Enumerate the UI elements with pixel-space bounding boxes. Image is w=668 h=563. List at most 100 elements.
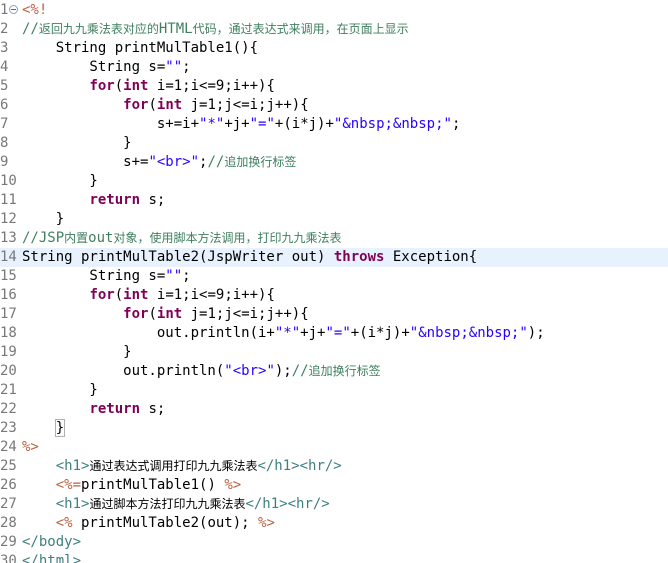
code-text: return s; — [22, 400, 165, 419]
code-text: <h1>通过表达式调用打印九九乘法表</h1><hr/> — [22, 457, 342, 476]
code-token: 返回九九乘法表对应的 — [38, 22, 159, 36]
code-line[interactable]: 14 String printMulTable2(JspWriter out) t… — [0, 248, 668, 267]
code-token: //JSP — [22, 230, 65, 246]
code-token: <h1> — [55, 458, 90, 474]
code-token: 追加换行标签 — [308, 364, 381, 378]
code-text: } — [22, 343, 131, 362]
code-text: for(int i=1;i<=9;i++){ — [22, 77, 274, 96]
code-token: out.println( — [22, 363, 225, 379]
code-line[interactable]: 2 //返回九九乘法表对应的HTML代码，通过表达式来调用，在页面上显示 — [0, 20, 668, 39]
line-number: 18 — [0, 325, 17, 341]
code-text: out.println("<br>");//追加换行标签 — [22, 362, 381, 381]
code-text: String s=""; — [22, 58, 190, 77]
code-token: "" — [165, 268, 183, 284]
code-line[interactable]: 18 out.println(i+"*"+j+"="+(i*j)+"&nbsp;… — [0, 324, 668, 343]
code-token: s+=i+ — [22, 116, 200, 132]
code-token: %> — [258, 515, 275, 531]
code-line[interactable]: 26 <%=printMulTable1() %> — [0, 476, 668, 495]
code-token: // — [207, 154, 225, 170]
code-token: String printMulTable1(){ — [22, 40, 259, 56]
code-token: </body> — [22, 534, 82, 550]
code-line[interactable]: 12 } — [0, 210, 668, 229]
code-line[interactable]: 17 for(int j=1;j<=i;j++){ — [0, 305, 668, 324]
code-text: for(int j=1;j<=i;j++){ — [22, 96, 308, 115]
code-line[interactable]: 15 String s=""; — [0, 267, 668, 286]
line-number: 3 — [0, 40, 9, 56]
code-line[interactable]: 9 s+="<br>";//追加换行标签 — [0, 153, 668, 172]
code-line[interactable]: 10 } — [0, 172, 668, 191]
line-number: 30 — [0, 553, 17, 563]
code-line[interactable]: 21 } — [0, 381, 668, 400]
code-token: int — [156, 306, 183, 322]
code-line[interactable]: 7 s+=i+"*"+j+"="+(i*j)+"&nbsp;&nbsp;"; — [0, 115, 668, 134]
code-token: +(i*j)+ — [350, 325, 410, 341]
code-token: %> — [22, 439, 39, 455]
code-token: 代码，通过表达式来调用，在页面上显示 — [192, 22, 409, 36]
code-token: s; — [140, 401, 166, 417]
code-text: //JSP内置out对象，使用脚本方法调用，打印九九乘法表 — [22, 229, 341, 248]
code-line[interactable]: 27 <h1>通过脚本方法打印九九乘法表</h1><hr/> — [0, 495, 668, 514]
code-text: </body> — [22, 533, 81, 552]
line-number: 9 — [0, 154, 9, 170]
code-line[interactable]: 5 for(int i=1;i<=9;i++){ — [0, 77, 668, 96]
code-line[interactable]: 20 out.println("<br>");//追加换行标签 — [0, 362, 668, 381]
code-token: ; — [182, 268, 191, 284]
line-number: 26 — [0, 477, 17, 493]
code-token: <%! — [22, 2, 48, 18]
line-number: 24 — [0, 439, 17, 455]
code-line[interactable]: 29 </body> — [0, 533, 668, 552]
code-line[interactable]: 16 for(int i=1;i<=9;i++){ — [0, 286, 668, 305]
code-token: for — [89, 287, 115, 303]
line-number: 2 — [0, 21, 9, 37]
code-line[interactable]: 24 %> — [0, 438, 668, 457]
code-line[interactable]: 28 <% printMulTable2(out); %> — [0, 514, 668, 533]
code-line[interactable]: 25 <h1>通过表达式调用打印九九乘法表</h1><hr/> — [0, 457, 668, 476]
code-token: Exception{ — [384, 249, 478, 265]
line-number: 29 — [0, 534, 17, 550]
code-line[interactable]: 19 } — [0, 343, 668, 362]
code-line[interactable]: 23 } — [0, 419, 668, 438]
code-text: for(int i=1;i<=9;i++){ — [22, 286, 274, 305]
code-token: ); — [527, 325, 545, 341]
code-line[interactable]: 3 String printMulTable1(){ — [0, 39, 668, 58]
code-token: 追加换行标签 — [224, 155, 297, 169]
code-token: j=1;j<=i;j++){ — [182, 306, 309, 322]
code-token: out — [88, 230, 114, 246]
code-line[interactable]: 30 </html> — [0, 552, 668, 563]
code-text: s+=i+"*"+j+"="+(i*j)+"&nbsp;&nbsp;"; — [22, 115, 461, 134]
code-line[interactable]: 4 String s=""; — [0, 58, 668, 77]
code-line[interactable]: 11 return s; — [0, 191, 668, 210]
code-token: s+= — [22, 154, 149, 170]
code-token: </h1><hr/> — [245, 496, 330, 512]
code-text: String s=""; — [22, 267, 191, 286]
fold-collapse-icon[interactable] — [9, 5, 18, 14]
code-token: String printMulTable2(JspWriter out) — [22, 249, 334, 265]
code-token: "*" — [199, 116, 225, 132]
line-number: 13 — [0, 230, 17, 246]
code-token: } — [22, 173, 98, 189]
code-line[interactable]: 22 return s; — [0, 400, 668, 419]
line-number: 8 — [0, 135, 9, 151]
code-text: out.println(i+"*"+j+"="+(i*j)+"&nbsp;&nb… — [22, 324, 545, 343]
line-number: 10 — [0, 173, 17, 189]
code-token: String s= — [22, 268, 166, 284]
code-line[interactable]: 1 <%! — [0, 1, 668, 20]
code-text: } — [22, 172, 98, 191]
code-token: "" — [165, 59, 183, 75]
code-editor[interactable]: 1 <%! 2//返回九九乘法表对应的HTML代码，通过表达式来调用，在页面上显示 3… — [0, 0, 668, 563]
code-token: 通过表达式调用打印九九乘法表 — [89, 459, 258, 473]
code-token: ( — [148, 306, 157, 322]
code-token: +j+ — [300, 325, 326, 341]
line-number: 4 — [0, 59, 9, 75]
line-number: 27 — [0, 496, 17, 512]
code-text: <%! — [22, 1, 47, 20]
code-line[interactable]: 8 } — [0, 134, 668, 153]
line-number: 21 — [0, 382, 17, 398]
code-line[interactable]: 13 //JSP内置out对象，使用脚本方法调用，打印九九乘法表 — [0, 229, 668, 248]
code-line[interactable]: 6 for(int j=1;j<=i;j++){ — [0, 96, 668, 115]
